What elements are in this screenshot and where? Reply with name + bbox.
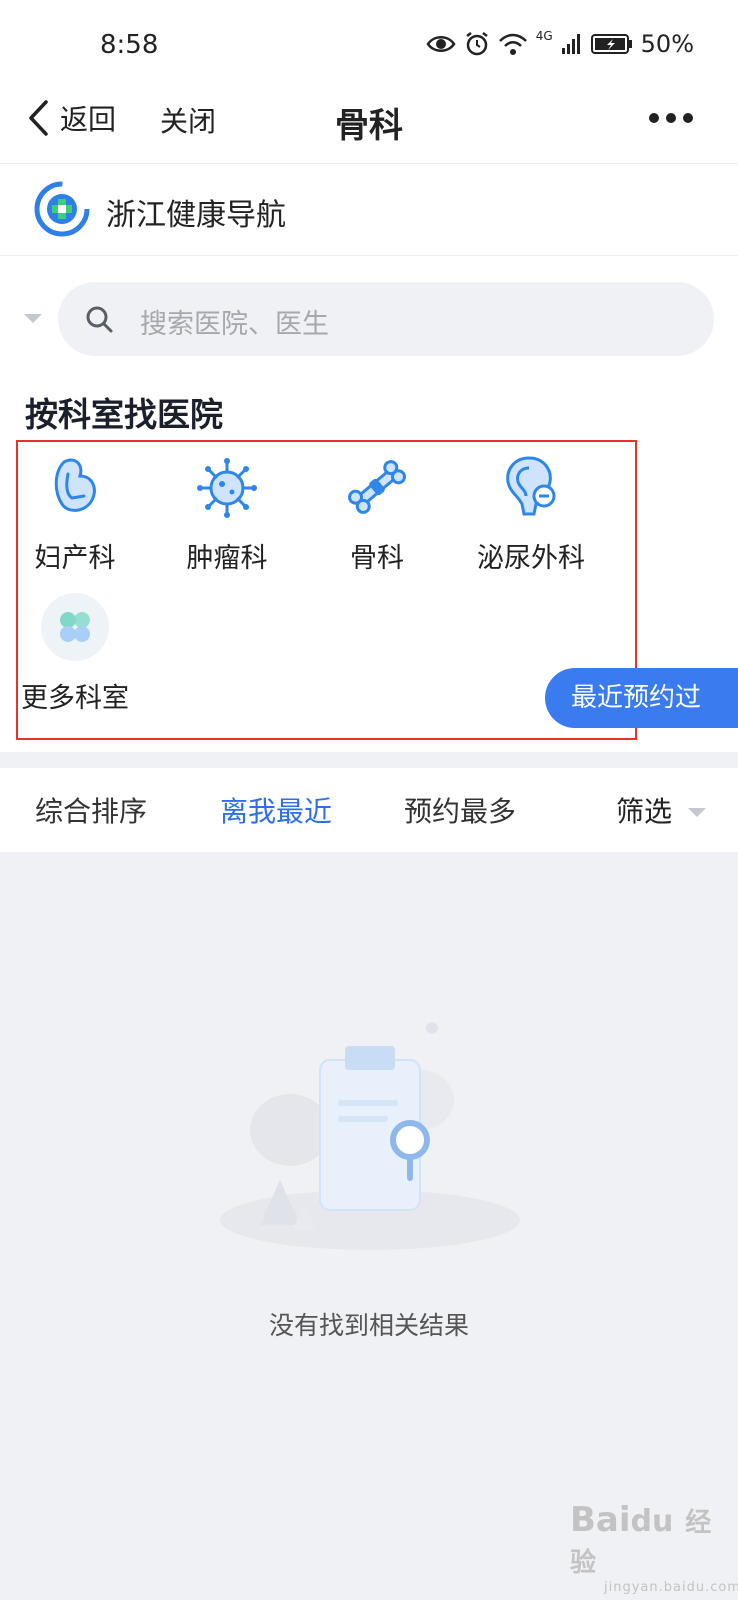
watermark-brand: Bai: [570, 1500, 631, 1540]
search-placeholder: 搜索医院、医生: [140, 309, 329, 340]
department-section: 搜索医院、医生 按科室找医院 妇产科 肿瘤科 骨科 泌尿外科 更多科室 最近预约…: [0, 256, 738, 752]
alarm-icon: [465, 32, 488, 56]
battery-icon: [590, 34, 632, 54]
dept-label: 妇产科: [34, 543, 116, 574]
bone-icon: [348, 460, 406, 514]
page-title: 骨科: [335, 106, 403, 146]
dept-label: 骨科: [350, 543, 404, 574]
status-bar: 8:58 4G 50%: [0, 0, 738, 82]
dept-urology[interactable]: 泌尿外科: [466, 452, 596, 575]
more-departments-icon: [41, 593, 109, 661]
dept-label: 泌尿外科: [477, 543, 585, 574]
network-type: 4G: [535, 29, 553, 43]
status-time: 8:58: [100, 30, 159, 60]
dept-label: 肿瘤科: [186, 543, 268, 574]
dept-label: 更多科室: [21, 683, 129, 714]
brand-logo-icon: [34, 181, 90, 237]
sort-nearest[interactable]: 离我最近: [220, 790, 332, 830]
brand-bar: 浙江健康导航: [0, 164, 738, 256]
dept-oncology[interactable]: 肿瘤科: [162, 452, 292, 575]
search-icon: [86, 306, 113, 333]
filter-button[interactable]: 筛选: [616, 790, 672, 830]
sort-bar: 综合排序 离我最近 预约最多 筛选: [0, 768, 738, 852]
signal-icon: [561, 34, 580, 54]
obstetrics-icon: [54, 458, 96, 512]
more-button[interactable]: [648, 110, 694, 129]
watermark: Baidu 经验 jingyan.baidu.com: [570, 1500, 738, 1595]
sort-comprehensive[interactable]: 综合排序: [35, 790, 147, 830]
dept-obstetrics[interactable]: 妇产科: [10, 452, 140, 575]
battery-level: 50%: [640, 30, 694, 58]
eye-icon: [426, 36, 456, 52]
more-dots-icon: [649, 113, 693, 123]
section-title: 按科室找医院: [25, 395, 223, 434]
search-input[interactable]: 搜索医院、医生: [58, 282, 714, 356]
recent-appointments-button[interactable]: 最近预约过: [545, 668, 738, 728]
empty-state-message: 没有找到相关结果: [268, 1311, 469, 1340]
nav-bar: 返回 关闭 骨科: [0, 82, 738, 164]
brand-name: 浙江健康导航: [106, 198, 286, 233]
empty-illustration: [200, 1020, 540, 1290]
dept-more[interactable]: 更多科室: [10, 592, 140, 715]
status-icons: 4G 50%: [426, 29, 694, 58]
dept-orthopedics[interactable]: 骨科: [312, 452, 442, 575]
location-dropdown-caret[interactable]: [24, 314, 42, 323]
empty-result-illustration: [220, 1022, 520, 1250]
watermark-url: jingyan.baidu.com: [604, 1580, 738, 1595]
urology-icon: [506, 456, 556, 516]
wifi-icon: [498, 33, 527, 55]
filter-caret-icon: [688, 808, 706, 817]
oncology-virus-icon: [197, 458, 257, 518]
sort-most-booked[interactable]: 预约最多: [404, 790, 516, 830]
